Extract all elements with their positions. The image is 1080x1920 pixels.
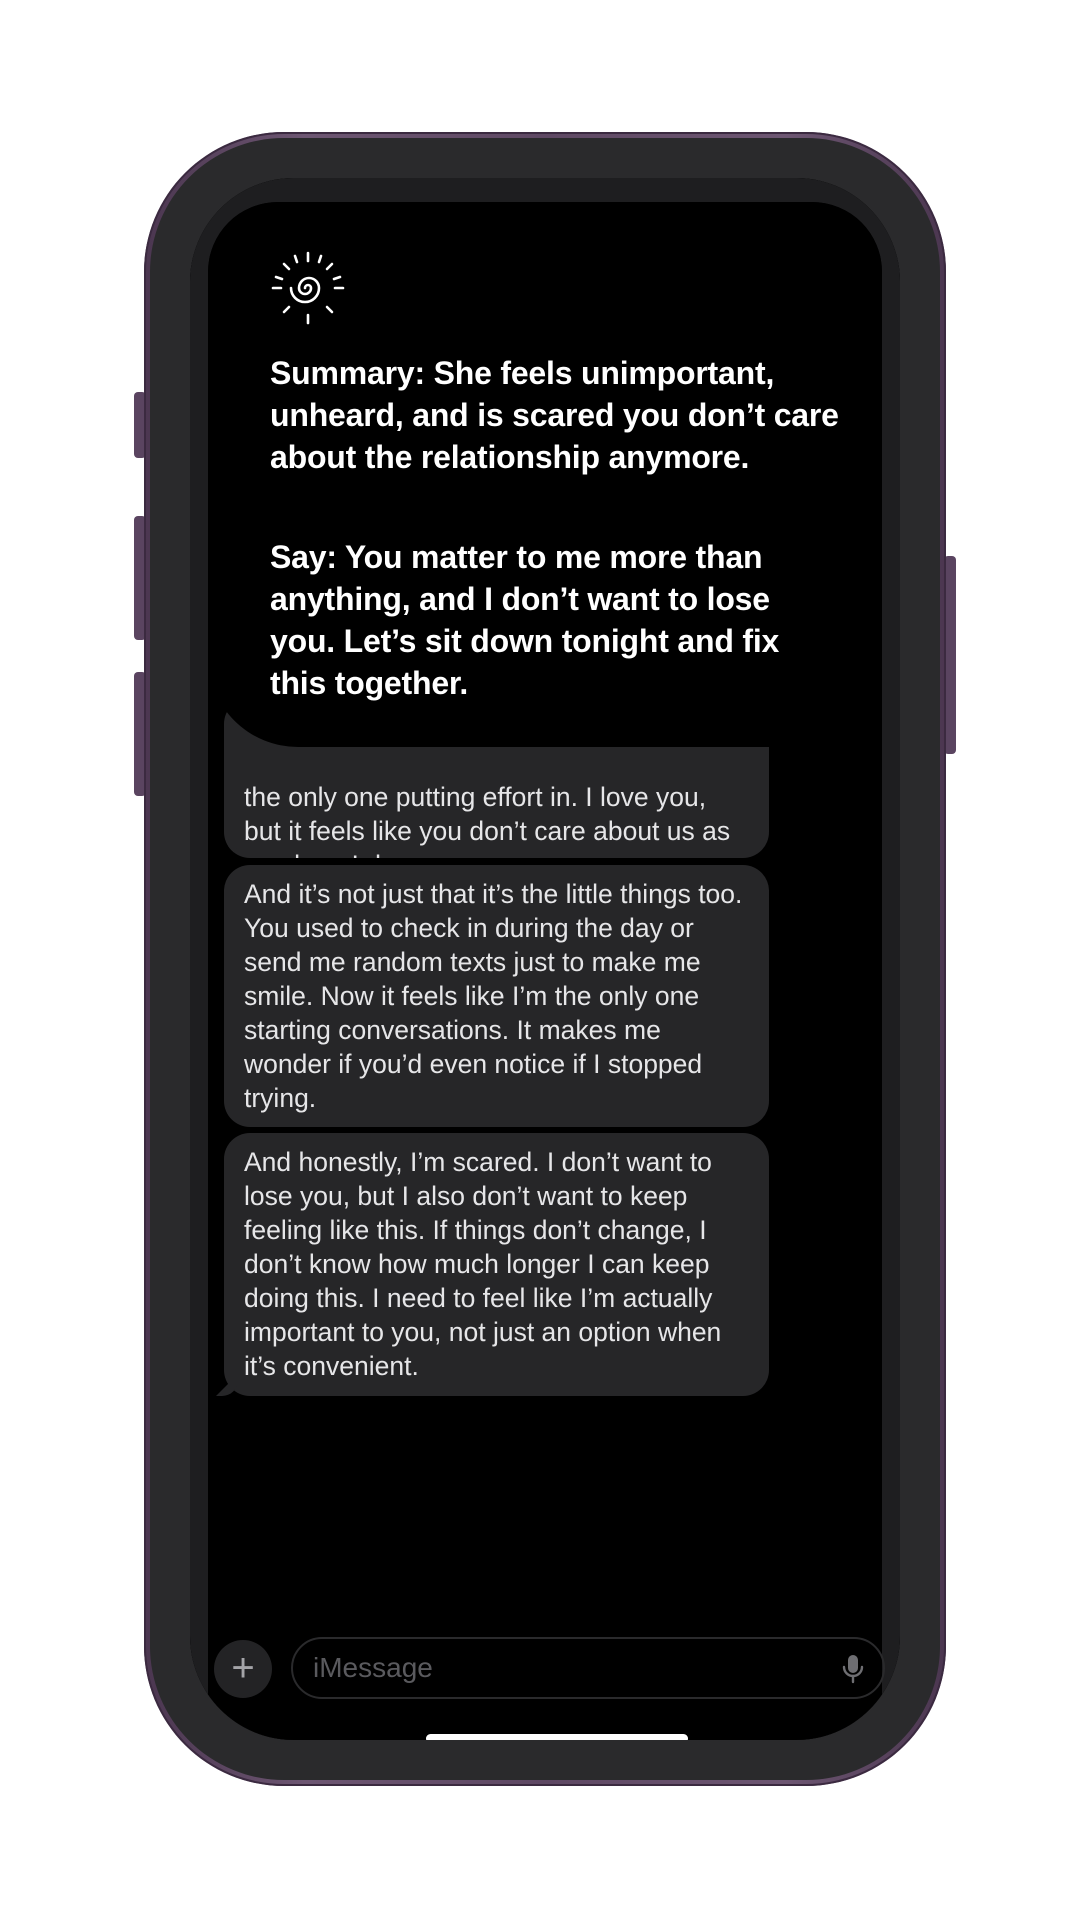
phone-frame: Summary: She feels unimportant, unheard,… <box>144 132 946 1786</box>
stage: Summary: She feels unimportant, unheard,… <box>0 0 1080 1920</box>
message-text: the only one putting effort in. I love y… <box>244 782 731 858</box>
suggested-reply-text: Say: You matter to me more than anything… <box>270 539 780 701</box>
home-indicator[interactable] <box>426 1734 688 1740</box>
phone-band: Summary: She feels unimportant, unheard,… <box>150 138 940 1780</box>
message-text: And it’s not just that it’s the little t… <box>244 879 743 1113</box>
input-placeholder: iMessage <box>313 1652 433 1683</box>
message-bubble[interactable]: And it’s not just that it’s the little t… <box>224 865 769 1127</box>
imessage-input[interactable]: iMessage <box>291 1637 885 1699</box>
phone-screen: Summary: She feels unimportant, unheard,… <box>190 178 900 1740</box>
add-attachment-button[interactable]: + <box>214 1640 272 1698</box>
ai-summary-card: Summary: She feels unimportant, unheard,… <box>208 202 882 747</box>
microphone-icon[interactable] <box>841 1653 865 1685</box>
summary-text: Summary: She feels unimportant, unheard,… <box>270 355 839 475</box>
message-text: And honestly, I’m scared. I don’t want t… <box>244 1147 722 1381</box>
message-bubble[interactable]: And honestly, I’m scared. I don’t want t… <box>224 1133 769 1396</box>
sun-spiral-icon <box>271 251 345 325</box>
screen: Summary: She feels unimportant, unheard,… <box>190 178 900 1740</box>
